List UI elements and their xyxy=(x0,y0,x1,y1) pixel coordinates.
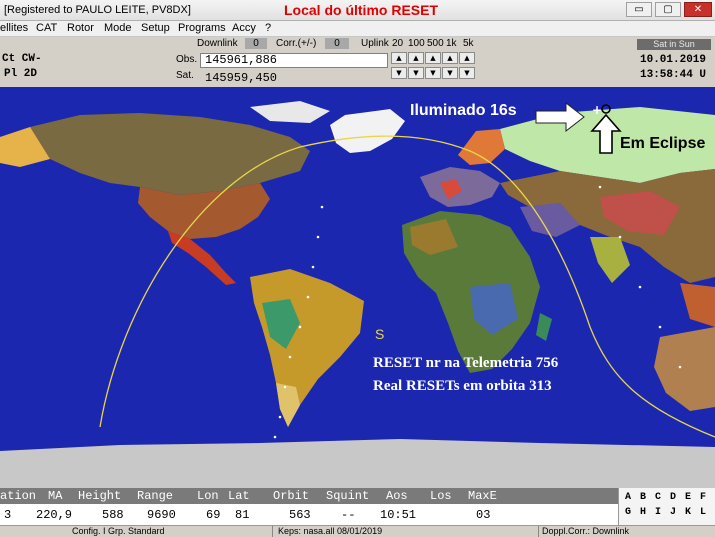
step-100[interactable]: 100 xyxy=(408,38,425,49)
utc-date: 10.01.2019 xyxy=(640,54,707,66)
real-resets-label: Real RESETs em orbita 313 xyxy=(373,378,552,394)
letter-f[interactable]: F xyxy=(700,492,706,503)
step-1k-down-button[interactable]: ▼ xyxy=(442,67,458,79)
menu-rotor[interactable]: Rotor xyxy=(67,22,94,34)
title-bar: [Registered to PAULO LEITE, PV8DX] Local… xyxy=(0,0,715,21)
status-header-row: ation MA Height Range Lon Lat Orbit Squi… xyxy=(0,488,618,504)
header-height: Height xyxy=(78,489,122,503)
letter-a[interactable]: A xyxy=(625,492,631,503)
step-500-down-button[interactable]: ▼ xyxy=(425,67,441,79)
menu-cat[interactable]: CAT xyxy=(36,22,57,34)
menu-satellites[interactable]: ellites xyxy=(0,22,28,34)
close-button[interactable]: ✕ xyxy=(684,2,712,17)
value-aos: 10:51 xyxy=(380,508,417,522)
menu-bar: ellites CAT Rotor Mode Setup Programs Ac… xyxy=(0,21,715,37)
step-1k-up-button[interactable]: ▲ xyxy=(442,52,458,64)
header-station: ation xyxy=(0,489,37,503)
eclipse-label: Em Eclipse xyxy=(620,135,706,152)
sat-in-sun-badge: Sat in Sun xyxy=(637,39,711,50)
step-20-down-button[interactable]: ▼ xyxy=(391,67,407,79)
header-maxe: MaxE xyxy=(468,489,497,503)
utc-time: 13:58:44 U xyxy=(640,69,707,81)
window-title: [Registered to PAULO LEITE, PV8DX] xyxy=(4,4,191,16)
letter-e[interactable]: E xyxy=(685,492,691,503)
header-aos: Aos xyxy=(386,489,408,503)
letter-j[interactable]: J xyxy=(670,507,676,518)
doppler-status: Doppl.Corr.: Downlink xyxy=(542,526,630,536)
letter-d[interactable]: D xyxy=(670,492,676,503)
correction-value[interactable]: 0 xyxy=(325,38,349,49)
frequency-toolbar: Ct CW- Pl 2D Downlink 0 Corr.(+/-) 0 Upl… xyxy=(0,37,715,87)
step-5k-up-button[interactable]: ▲ xyxy=(459,52,475,64)
uplink-label: Uplink xyxy=(361,38,389,49)
step-500-up-button[interactable]: ▲ xyxy=(425,52,441,64)
value-lat: 81 xyxy=(235,508,250,522)
step-5k[interactable]: 5k xyxy=(463,38,474,49)
status-divider xyxy=(538,526,539,537)
keps-status: Keps: nasa.all 08/01/2019 xyxy=(278,526,383,536)
status-divider xyxy=(272,526,273,537)
world-map[interactable]: + Iluminado 16s Em Eclipse S RESET nr na… xyxy=(0,87,715,488)
header-squint: Squint xyxy=(326,489,370,503)
header-range: Range xyxy=(137,489,174,503)
mode-ct-label: Ct CW- xyxy=(2,53,42,65)
config-status: Config. I Grp. Standard xyxy=(72,526,165,536)
obs-frequency-field[interactable]: 145961,886 xyxy=(200,53,388,68)
header-lon: Lon xyxy=(197,489,219,503)
value-maxe: 03 xyxy=(476,508,491,522)
correction-label: Corr.(+/-) xyxy=(276,38,317,49)
letter-b[interactable]: B xyxy=(640,492,646,503)
sat-label: Sat. xyxy=(176,70,194,81)
header-orbit: Orbit xyxy=(273,489,310,503)
sun-marker-label: S xyxy=(375,326,385,342)
bottom-status-bar: Config. I Grp. Standard Keps: nasa.all 0… xyxy=(0,525,715,537)
header-lat: Lat xyxy=(228,489,250,503)
downlink-value[interactable]: 0 xyxy=(245,38,267,49)
value-orbit: 563 xyxy=(289,508,311,522)
menu-setup[interactable]: Setup xyxy=(141,22,170,34)
downlink-label: Downlink xyxy=(197,38,238,49)
menu-programs[interactable]: Programs xyxy=(178,22,226,34)
obs-label: Obs. xyxy=(176,54,198,65)
letter-c[interactable]: C xyxy=(655,492,661,503)
value-lon: 69 xyxy=(206,508,221,522)
step-1k[interactable]: 1k xyxy=(446,38,457,49)
sat-frequency: 145959,450 xyxy=(205,71,278,85)
letter-k[interactable]: K xyxy=(685,507,691,518)
value-height: 588 xyxy=(102,508,124,522)
restore-button[interactable]: ▢ xyxy=(655,2,681,17)
step-100-up-button[interactable]: ▲ xyxy=(408,52,424,64)
step-5k-down-button[interactable]: ▼ xyxy=(459,67,475,79)
menu-mode[interactable]: Mode xyxy=(104,22,132,34)
value-station: 3 xyxy=(4,508,12,522)
minimize-button[interactable]: ▭ xyxy=(626,2,652,17)
letter-g[interactable]: G xyxy=(625,507,631,518)
letter-i[interactable]: I xyxy=(655,507,661,518)
value-ma: 220,9 xyxy=(36,508,73,522)
mode-pl-label: Pl 2D xyxy=(4,68,38,80)
header-ma: MA xyxy=(48,489,63,503)
step-500[interactable]: 500 xyxy=(427,38,444,49)
letter-l[interactable]: L xyxy=(700,507,706,518)
value-range: 9690 xyxy=(147,508,176,522)
letter-h[interactable]: H xyxy=(640,507,646,518)
status-value-row: 3 220,9 588 9690 69 81 563 -- 10:51 03 xyxy=(0,504,618,525)
antarctica-landmass xyxy=(0,439,715,488)
header-los: Los xyxy=(430,489,452,503)
satellite-letter-panel: A B C D E F G H I J K L xyxy=(618,488,715,525)
value-squint: -- xyxy=(341,508,356,522)
step-20-up-button[interactable]: ▲ xyxy=(391,52,407,64)
annotation-title: Local do último RESET xyxy=(284,2,439,18)
menu-help[interactable]: ? xyxy=(265,22,271,34)
step-20[interactable]: 20 xyxy=(392,38,403,49)
reset-count-label: RESET nr na Telemetria 756 xyxy=(373,355,559,371)
satellite-cross-icon: + xyxy=(592,103,602,117)
world-map-graphic: + xyxy=(0,87,715,488)
step-100-down-button[interactable]: ▼ xyxy=(408,67,424,79)
menu-accy[interactable]: Accy xyxy=(232,22,256,34)
illuminated-label: Iluminado 16s xyxy=(410,102,517,119)
